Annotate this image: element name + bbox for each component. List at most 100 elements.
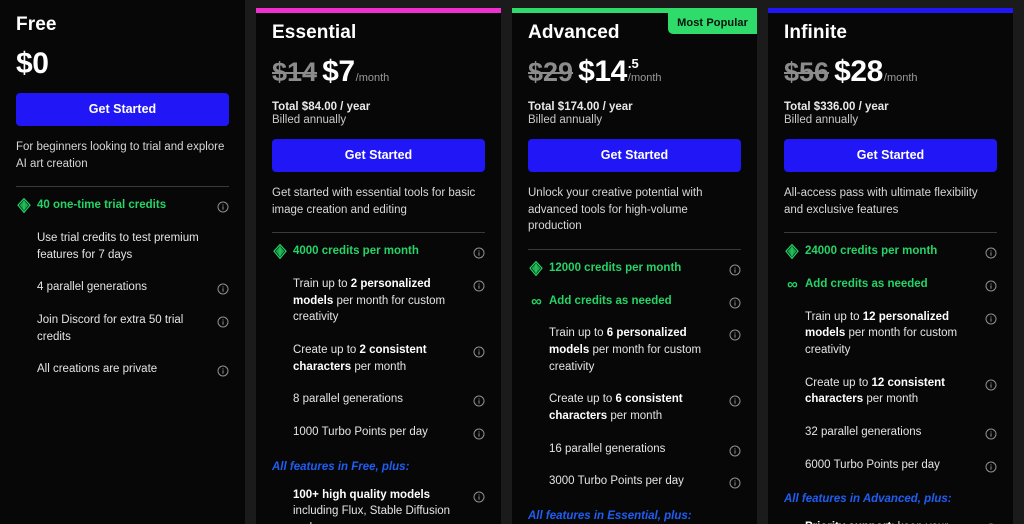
plan-description: For beginners looking to trial and explo… [16, 141, 225, 170]
info-icon[interactable] [729, 444, 741, 457]
plan-description: Get started with essential tools for bas… [272, 187, 476, 216]
section-divider [272, 232, 485, 234]
plan-price: $29 $14.5/month [528, 55, 741, 89]
info-icon[interactable] [985, 246, 997, 259]
feature-bullet-spacer [16, 362, 31, 377]
plan-price: $14 $7/month [272, 55, 485, 89]
plan-price: $0 [16, 47, 229, 81]
most-popular-badge: Most Popular [668, 13, 757, 34]
plan-card-advanced: Most Popular Advanced $29 $14.5/month Total … [512, 8, 757, 524]
info-icon[interactable] [985, 312, 997, 325]
section-divider [528, 249, 741, 251]
feature-bullet-spacer [272, 488, 287, 503]
info-icon[interactable] [729, 263, 741, 276]
plan-title: Free [16, 14, 57, 35]
feature-label: 8 parallel generations [293, 393, 403, 406]
plan-billing-cycle: Billed annually [272, 114, 347, 126]
included-plan-note: All features in Free, plus: [272, 460, 410, 473]
feature-bullet-spacer [784, 376, 799, 391]
feature-label: Join Discord for extra 50 trial credits [37, 314, 184, 343]
feature-list: 4000 credits per month Train up to 2 pers… [272, 235, 485, 448]
feature-label: Create up to 6 consistent characters per… [549, 393, 683, 423]
feature-label: 16 parallel generations [549, 442, 666, 455]
infinity-icon: ∞ [531, 292, 542, 310]
info-icon[interactable] [729, 394, 741, 407]
info-icon[interactable] [473, 394, 485, 407]
feature-item: 32 parallel generations [784, 416, 997, 449]
get-started-button[interactable]: Get Started [16, 93, 229, 126]
extra-feature-list: Priority support: keep your creative flo… [784, 511, 997, 524]
info-icon[interactable] [473, 345, 485, 358]
info-icon[interactable] [729, 328, 741, 341]
plan-title: Essential [272, 22, 357, 43]
info-icon[interactable] [473, 279, 485, 292]
feature-bullet-spacer [784, 310, 799, 325]
feature-label: 4000 credits per month [293, 245, 419, 258]
plan-title: Infinite [784, 22, 848, 43]
plan-price-current: $28 [834, 55, 883, 88]
info-icon[interactable] [217, 315, 229, 328]
extra-feature-list: 100+ high quality models including Flux,… [272, 479, 485, 524]
info-icon-spacer [217, 233, 229, 245]
feature-item: 16 parallel generations [528, 433, 741, 466]
info-icon[interactable] [985, 427, 997, 440]
feature-bullet-spacer [16, 280, 31, 295]
plan-accent-bar [256, 8, 501, 13]
plan-price-original: $14 [272, 57, 318, 87]
plan-price-original: $56 [784, 57, 830, 87]
plan-price-period: /month [627, 72, 662, 84]
feature-label: Train up to 12 personalized models per m… [805, 310, 958, 357]
info-icon[interactable] [473, 246, 485, 259]
info-icon[interactable] [729, 296, 741, 309]
feature-bullet-spacer [16, 313, 31, 328]
info-icon[interactable] [985, 279, 997, 292]
feature-label: Train up to 2 personalized models per mo… [293, 278, 446, 324]
info-icon[interactable] [985, 460, 997, 473]
feature-label: Use trial credits to test premium featur… [37, 232, 199, 261]
info-icon[interactable] [729, 476, 741, 489]
info-icon[interactable] [985, 378, 997, 391]
plan-description: All-access pass with ultimate flexibilit… [784, 187, 978, 216]
feature-label: Add credits as needed [805, 278, 928, 291]
feature-bullet-spacer [784, 520, 799, 524]
get-started-button[interactable]: Get Started [528, 139, 741, 172]
feature-item: Train up to 6 personalized models per mo… [528, 317, 741, 383]
info-icon[interactable] [473, 427, 485, 440]
feature-label: All creations are private [37, 363, 158, 376]
plan-price-original: $29 [528, 57, 574, 87]
feature-label: Create up to 12 consistent characters pe… [805, 376, 945, 406]
infinity-icon: ∞ [787, 276, 798, 294]
pricing-plans-grid: Free $0 Get Started For beginners looking t… [0, 0, 1024, 524]
plan-card-free: Free $0 Get Started For beginners looking t… [0, 0, 245, 524]
info-icon[interactable] [217, 364, 229, 377]
feature-item: 24000 credits per month [784, 235, 997, 268]
feature-bullet-spacer [784, 458, 799, 473]
feature-bullet-spacer [784, 425, 799, 440]
plan-total-price: Total $336.00 / year [784, 101, 889, 113]
get-started-button[interactable]: Get Started [272, 139, 485, 172]
feature-label: 12000 credits per month [549, 262, 682, 275]
plan-accent-bar [768, 8, 1013, 13]
feature-item: Join Discord for extra 50 trial credits [16, 304, 229, 353]
info-icon[interactable] [217, 282, 229, 295]
feature-item: Create up to 6 consistent characters per… [528, 383, 741, 432]
feature-item: Create up to 2 consistent characters per… [272, 334, 485, 383]
feature-bullet-spacer [528, 442, 543, 457]
feature-label: Add credits as needed [549, 294, 672, 307]
feature-label: 24000 credits per month [805, 245, 938, 258]
plan-price-current: $14 [578, 55, 627, 88]
get-started-button[interactable]: Get Started [784, 139, 997, 172]
feature-label: 4 parallel generations [37, 281, 147, 294]
plan-price-current: $7 [322, 55, 355, 88]
info-icon[interactable] [217, 200, 229, 213]
feature-item: Use trial credits to test premium featur… [16, 222, 229, 271]
feature-label: Train up to 6 personalized models per mo… [549, 327, 702, 373]
feature-item: Priority support: keep your creative flo… [784, 511, 997, 524]
feature-label: 100+ high quality models including Flux,… [293, 488, 451, 524]
info-icon[interactable] [473, 490, 485, 503]
feature-list: 40 one-time trial credits Use trial credi… [16, 189, 229, 386]
included-plan-note: All features in Advanced, plus: [784, 493, 952, 506]
feature-item: Create up to 12 consistent characters pe… [784, 367, 997, 416]
section-divider [784, 232, 997, 234]
plan-total-price: Total $174.00 / year [528, 101, 633, 113]
